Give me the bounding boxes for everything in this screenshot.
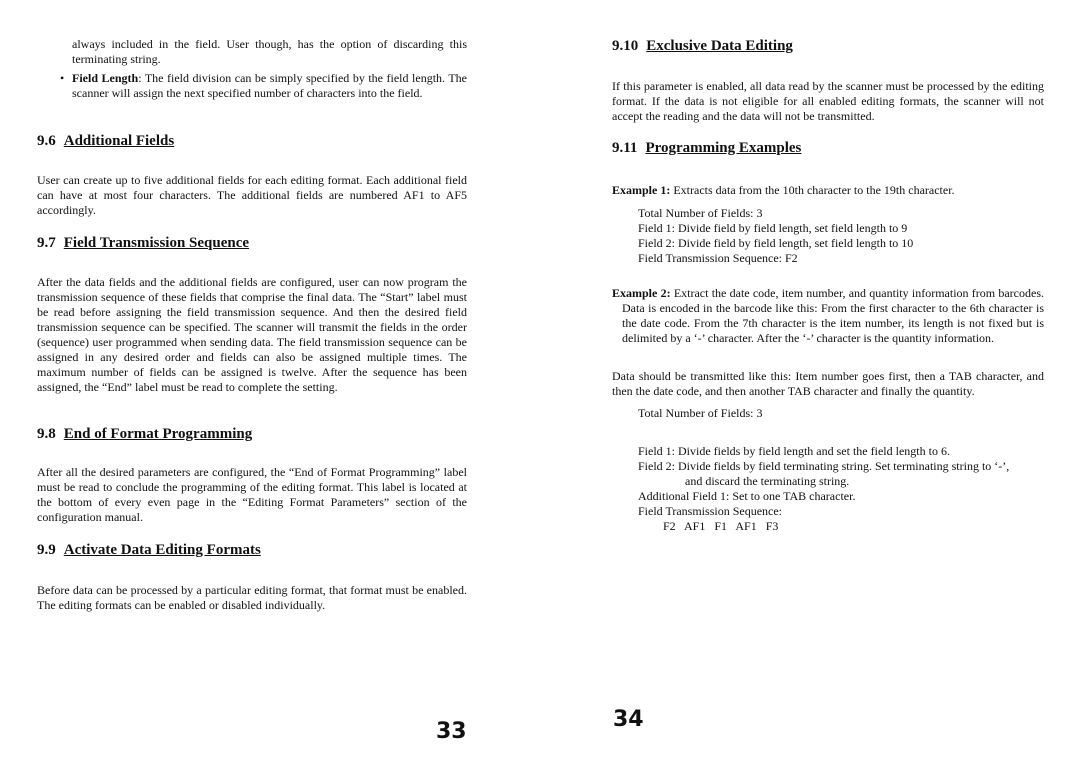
section-number: 9.9 [37,542,56,558]
section-number: 9.11 [612,140,638,156]
section-heading-9-10: 9.10 Exclusive Data Editing [612,37,793,55]
example-2-field2: Field 2: Divide fields by field terminat… [638,459,1010,473]
section-heading-9-11: 9.11 Programming Examples [612,139,801,157]
section-heading-9-8: 9.8 End of Format Programming [37,425,252,443]
section-number: 9.8 [37,426,56,442]
section-title: Exclusive Data Editing [646,38,793,54]
section-body-9-8: After all the desired parameters are con… [37,465,467,524]
section-body-9-9: Before data can be processed by a partic… [37,583,467,612]
example-label: Example 2: [612,286,671,300]
section-title: Additional Fields [63,133,175,149]
example-1-line: Total Number of Fields: 3 [638,206,763,220]
section-number: 9.6 [37,133,56,149]
example-2-sequence-label: Field Transmission Sequence: [638,504,783,518]
example-2-field1: Field 1: Divide fields by field length a… [638,444,950,458]
section-heading-9-9: 9.9 Activate Data Editing Formats [37,541,261,559]
section-body-9-10: If this parameter is enabled, all data r… [612,79,1044,123]
section-body-9-6: User can create up to five additional fi… [37,173,467,217]
example-text: Extracts data from the 10th character to… [670,183,955,197]
example-2-intro: Example 2: Extract the date code, item n… [612,286,1044,346]
section-heading-9-6: 9.6 Additional Fields [37,132,174,150]
intro-continuation: always included in the field. User thoug… [72,37,467,66]
example-2-sequence: F2 AF1 F1 AF1 F3 [663,519,779,533]
section-title: End of Format Programming [63,426,253,442]
example-2-transmit: Data should be transmitted like this: It… [612,369,1044,398]
example-1-intro: Example 1: Extracts data from the 10th c… [612,183,1044,198]
section-title: Activate Data Editing Formats [63,542,261,558]
page-number-right: 34 [613,707,644,732]
bullet-icon: • [60,71,65,85]
bullet-field-length: Field Length: The field division can be … [72,71,467,101]
example-2-total: Total Number of Fields: 3 [638,406,763,420]
page-number-left: 33 [436,719,467,744]
section-title: Programming Examples [645,140,802,156]
example-2-additional: Additional Field 1: Set to one TAB chara… [638,489,856,503]
example-1-line: Field 2: Divide field by field length, s… [638,236,914,250]
example-1-line: Field Transmission Sequence: F2 [638,251,798,265]
section-number: 9.7 [37,235,56,251]
example-text: Extract the date code, item number, and … [622,286,1044,345]
section-title: Field Transmission Sequence [63,235,250,251]
example-label: Example 1: [612,183,671,197]
example-1-line: Field 1: Divide field by field length, s… [638,221,908,235]
bullet-term: Field Length [72,71,139,85]
section-body-9-7: After the data fields and the additional… [37,275,467,394]
section-number: 9.10 [612,38,639,54]
example-2-field2-cont: and discard the terminating string. [685,474,850,488]
section-heading-9-7: 9.7 Field Transmission Sequence [37,234,249,252]
